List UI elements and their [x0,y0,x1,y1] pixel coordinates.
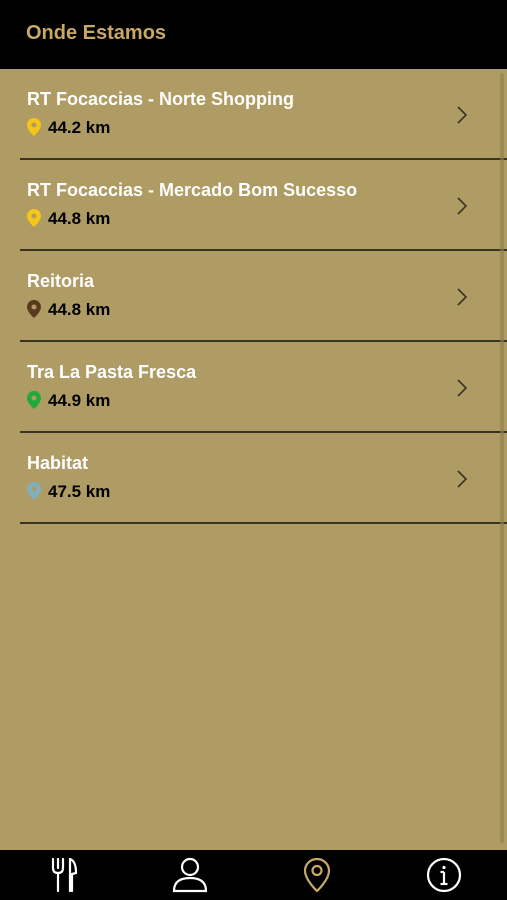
location-item[interactable]: Reitoria 44.8 km [0,251,507,342]
location-item[interactable]: RT Focaccias - Norte Shopping 44.2 km [0,69,507,160]
bottom-tab-bar [0,850,507,900]
location-distance: 44.8 km [48,209,111,228]
scrollbar[interactable] [500,73,504,843]
chevron-right-icon [457,379,468,397]
location-name: RT Focaccias - Norte Shopping [27,89,295,109]
map-pin-icon [27,300,41,318]
location-distance: 47.5 km [48,482,111,501]
map-pin-icon [27,482,41,500]
location-name: Habitat [27,453,89,473]
tab-profile[interactable] [127,850,253,900]
user-icon [172,857,208,893]
map-pin-icon [27,391,41,409]
map-pin-icon [27,209,41,227]
map-pin-icon [303,857,331,893]
tab-locations[interactable] [254,850,380,900]
chevron-right-icon [457,106,468,124]
chevron-right-icon [457,197,468,215]
location-distance: 44.2 km [48,118,111,137]
location-distance: 44.9 km [48,391,111,410]
tab-menu[interactable] [0,850,126,900]
chevron-right-icon [457,470,468,488]
chevron-right-icon [457,288,468,306]
location-item[interactable]: Habitat 47.5 km [0,433,507,524]
page-title: Onde Estamos [26,22,167,44]
location-name: Reitoria [27,271,95,291]
location-name: RT Focaccias - Mercado Bom Sucesso [27,180,358,200]
app-header: Onde Estamos [0,0,507,69]
info-icon [426,857,462,893]
locations-list: RT Focaccias - Norte Shopping 44.2 km RT… [0,69,507,850]
location-item[interactable]: RT Focaccias - Mercado Bom Sucesso 44.8 … [0,160,507,251]
location-distance: 44.8 km [48,300,111,319]
map-pin-icon [27,118,41,136]
divider [20,522,507,524]
location-item[interactable]: Tra La Pasta Fresca 44.9 km [0,342,507,433]
tab-info[interactable] [381,850,507,900]
fork-knife-icon [51,857,78,893]
location-name: Tra La Pasta Fresca [27,362,197,382]
